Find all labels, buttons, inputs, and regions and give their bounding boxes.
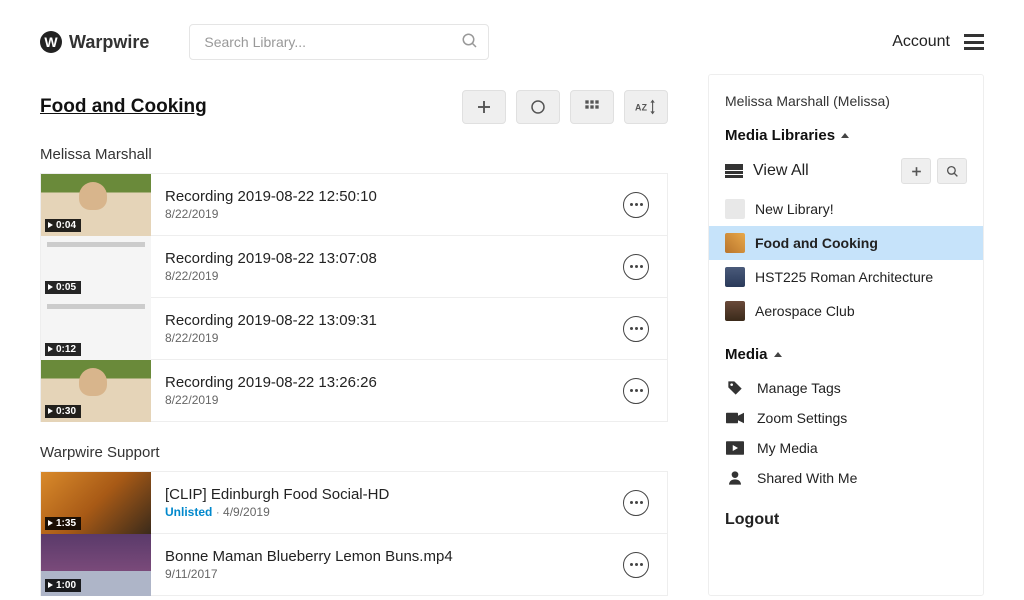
more-button[interactable]	[623, 316, 649, 342]
brand-name: Warpwire	[69, 32, 149, 53]
item-title: Recording 2019-08-22 12:50:10	[165, 188, 623, 205]
sidebar-library-item[interactable]: Aerospace Club	[709, 294, 983, 328]
menu-icon[interactable]	[964, 34, 984, 50]
view-all-icon	[725, 164, 743, 178]
libraries-section-header[interactable]: Media Libraries	[709, 123, 983, 154]
sidebar-media-item[interactable]: My Media	[709, 433, 983, 463]
media-item-label: Manage Tags	[757, 380, 841, 396]
owner-label: Melissa Marshall	[40, 146, 668, 163]
item-title: [CLIP] Edinburgh Food Social-HD	[165, 486, 623, 503]
status-badge: Unlisted	[165, 505, 212, 519]
library-thumb-icon	[725, 267, 745, 287]
duration-badge: 1:35	[45, 517, 81, 530]
media-item-label: My Media	[757, 440, 818, 456]
thumbnail[interactable]: 0:12	[41, 298, 151, 360]
duration-badge: 0:05	[45, 281, 81, 294]
item-title: Recording 2019-08-22 13:07:08	[165, 250, 623, 267]
search-input[interactable]	[189, 24, 489, 60]
more-button[interactable]	[623, 192, 649, 218]
library-thumb-icon	[725, 199, 745, 219]
sort-button[interactable]: AZ	[624, 90, 668, 124]
thumbnail[interactable]: 0:30	[41, 360, 151, 422]
page-title[interactable]: Food and Cooking	[40, 96, 207, 118]
item-date: 8/22/2019	[165, 269, 218, 283]
more-button[interactable]	[623, 254, 649, 280]
item-date: 9/11/2017	[165, 567, 218, 581]
search-library-button[interactable]	[937, 158, 967, 184]
thumbnail[interactable]: 1:00	[41, 534, 151, 596]
sidebar-library-item[interactable]: New Library!	[709, 192, 983, 226]
thumbnail[interactable]: 0:05	[41, 236, 151, 298]
library-label: HST225 Roman Architecture	[755, 269, 933, 285]
view-all-link[interactable]: View All	[753, 162, 809, 180]
sidebar-media-item[interactable]: Zoom Settings	[709, 403, 983, 433]
thumbnail[interactable]: 0:04	[41, 174, 151, 236]
library-thumb-icon	[725, 301, 745, 321]
sidebar-library-item[interactable]: Food and Cooking	[709, 226, 983, 260]
svg-text:Z: Z	[642, 103, 648, 113]
more-button[interactable]	[623, 552, 649, 578]
media-section-header[interactable]: Media	[709, 328, 983, 373]
duration-badge: 0:04	[45, 219, 81, 232]
item-title: Recording 2019-08-22 13:26:26	[165, 374, 623, 391]
media-item-label: Shared With Me	[757, 470, 857, 486]
person-icon	[725, 470, 745, 486]
more-button[interactable]	[623, 490, 649, 516]
library-label: Aerospace Club	[755, 303, 855, 319]
sidebar: Melissa Marshall (Melissa) Media Librari…	[708, 74, 984, 596]
item-title: Recording 2019-08-22 13:09:31	[165, 312, 623, 329]
list-item[interactable]: 0:05 Recording 2019-08-22 13:07:08 8/22/…	[40, 236, 668, 298]
brand-logo[interactable]: W Warpwire	[40, 31, 149, 53]
library-label: Food and Cooking	[755, 235, 878, 251]
item-date: 8/22/2019	[165, 331, 218, 345]
chevron-up-icon	[774, 352, 782, 357]
list-item[interactable]: 0:04 Recording 2019-08-22 12:50:10 8/22/…	[40, 174, 668, 236]
logo-mark-icon: W	[40, 31, 62, 53]
item-title: Bonne Maman Blueberry Lemon Buns.mp4	[165, 548, 623, 565]
duration-badge: 0:30	[45, 405, 81, 418]
item-date: 4/9/2019	[223, 505, 270, 519]
more-button[interactable]	[623, 378, 649, 404]
duration-badge: 0:12	[45, 343, 81, 356]
list-item[interactable]: 1:00 Bonne Maman Blueberry Lemon Buns.mp…	[40, 534, 668, 596]
tag-icon	[725, 380, 745, 396]
add-library-button[interactable]	[901, 158, 931, 184]
user-display: Melissa Marshall (Melissa)	[709, 93, 983, 123]
add-button[interactable]	[462, 90, 506, 124]
item-date: 8/22/2019	[165, 393, 218, 407]
list-item[interactable]: 0:30 Recording 2019-08-22 13:26:26 8/22/…	[40, 360, 668, 422]
list-item[interactable]: 0:12 Recording 2019-08-22 13:09:31 8/22/…	[40, 298, 668, 360]
logout-link[interactable]: Logout	[709, 493, 983, 529]
thumbnail[interactable]: 1:35	[41, 472, 151, 534]
item-date: 8/22/2019	[165, 207, 218, 221]
sidebar-media-item[interactable]: Shared With Me	[709, 463, 983, 493]
chevron-up-icon	[841, 133, 849, 138]
account-link[interactable]: Account	[892, 33, 950, 51]
owner-label: Warpwire Support	[40, 444, 668, 461]
search-icon[interactable]	[461, 32, 479, 50]
record-button[interactable]	[516, 90, 560, 124]
sidebar-library-item[interactable]: HST225 Roman Architecture	[709, 260, 983, 294]
library-label: New Library!	[755, 201, 834, 217]
play-icon	[725, 441, 745, 455]
list-item[interactable]: 1:35 [CLIP] Edinburgh Food Social-HD Unl…	[40, 472, 668, 534]
media-item-label: Zoom Settings	[757, 410, 847, 426]
library-thumb-icon	[725, 233, 745, 253]
camera-icon	[725, 411, 745, 425]
sidebar-media-item[interactable]: Manage Tags	[709, 373, 983, 403]
grid-view-button[interactable]	[570, 90, 614, 124]
duration-badge: 1:00	[45, 579, 81, 592]
